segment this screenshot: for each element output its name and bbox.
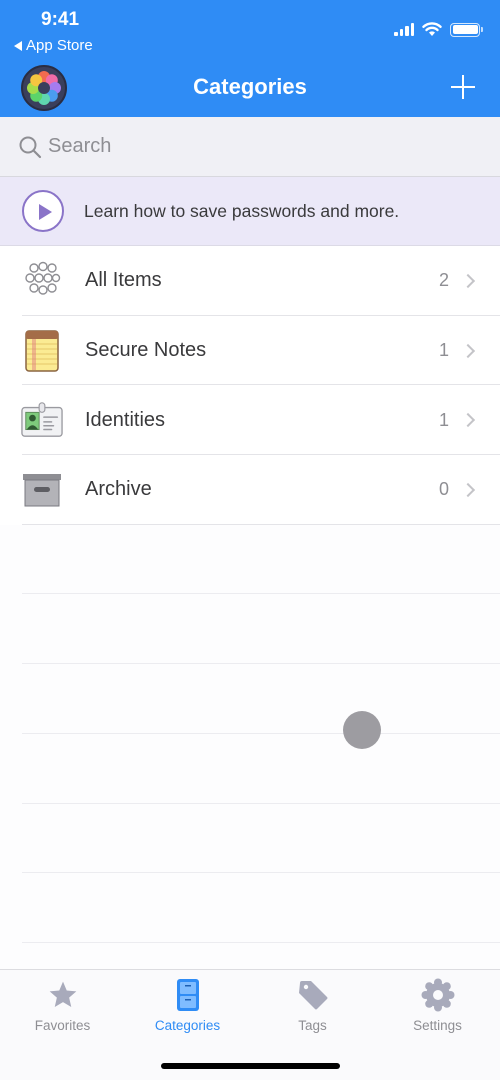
wifi-icon (422, 22, 442, 36)
gear-icon (421, 978, 455, 1012)
empty-row (0, 873, 500, 943)
status-icons (394, 22, 483, 37)
archive-box-icon (21, 469, 63, 511)
home-indicator[interactable] (161, 1063, 340, 1069)
empty-row (0, 524, 500, 595)
back-arrow-icon (14, 40, 22, 51)
secure-notes-icon (21, 329, 63, 372)
search-field[interactable]: Search (0, 117, 500, 177)
navigation-header: 9:41 App Store Categories (0, 0, 500, 117)
cellular-signal-icon (394, 23, 414, 36)
star-icon (46, 978, 80, 1012)
category-label: Secure Notes (85, 339, 207, 362)
identity-card-icon (21, 399, 63, 441)
category-count: 1 (438, 340, 449, 361)
tab-label: Favorites (34, 1018, 91, 1033)
tag-icon (296, 978, 330, 1012)
category-row-identities[interactable]: Identities 1 (0, 385, 500, 456)
category-row-archive[interactable]: Archive 0 (0, 455, 500, 525)
category-label: Archive (85, 478, 152, 501)
category-row-secure-notes[interactable]: Secure Notes 1 (0, 315, 500, 386)
tab-label: Tags (298, 1018, 327, 1033)
back-to-app-store[interactable]: App Store (14, 37, 93, 54)
tab-settings[interactable]: Settings (375, 978, 500, 1033)
status-time: 9:41 (41, 9, 80, 30)
chevron-right-icon (460, 482, 476, 497)
tab-categories[interactable]: Categories (125, 978, 250, 1033)
category-count: 0 (438, 479, 449, 500)
tab-label: Categories (154, 1018, 221, 1033)
category-label: All Items (85, 269, 162, 292)
empty-row (0, 803, 500, 874)
categories-list: All Items 2 Secure Notes 1 Identities 1 … (0, 246, 500, 943)
touch-indicator (343, 711, 381, 749)
empty-row (0, 594, 500, 665)
empty-row (0, 733, 500, 804)
search-placeholder: Search (48, 135, 112, 157)
learn-banner-text: Learn how to save passwords and more. (84, 200, 400, 221)
all-items-icon (21, 260, 63, 302)
tab-favorites[interactable]: Favorites (0, 978, 125, 1033)
add-item-button[interactable] (450, 74, 476, 100)
tab-label: Settings (413, 1018, 462, 1033)
category-row-all-items[interactable]: All Items 2 (0, 246, 500, 316)
chevron-right-icon (460, 343, 476, 358)
category-label: Identities (85, 408, 166, 431)
tab-tags[interactable]: Tags (250, 978, 375, 1033)
category-count: 1 (438, 409, 449, 430)
chevron-right-icon (460, 413, 476, 428)
learn-banner[interactable]: Learn how to save passwords and more. (0, 177, 500, 246)
empty-row (0, 664, 500, 734)
battery-icon (450, 22, 483, 37)
search-icon (19, 136, 42, 158)
file-cabinet-icon (171, 978, 205, 1012)
back-label: App Store (26, 37, 93, 54)
play-icon (22, 190, 64, 232)
page-title: Categories (193, 74, 307, 99)
category-count: 2 (438, 270, 449, 291)
chevron-right-icon (460, 273, 476, 288)
